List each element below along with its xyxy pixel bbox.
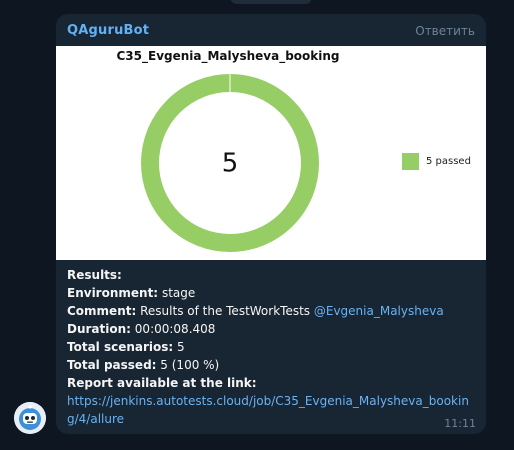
results-label: Results:: [67, 268, 122, 282]
donut-chart: 5: [141, 74, 319, 252]
message-time: 11:11: [444, 417, 476, 430]
report-line: Report available at the link:: [67, 374, 479, 392]
report-label: Report available at the link:: [67, 376, 257, 390]
duration-label: Duration:: [67, 322, 131, 336]
duration-line: Duration: 00:00:08.408: [67, 320, 479, 338]
total-passed-line: Total passed: 5 (100 %): [67, 356, 479, 374]
chart-image[interactable]: C35_Evgenia_Malysheva_booking 5 5 passed: [56, 46, 486, 260]
environment-value: stage: [161, 286, 196, 300]
total-passed-value: 5 (100 %): [160, 358, 220, 372]
robot-icon: [14, 402, 46, 434]
message-header: QAguruBot Ответить: [56, 14, 486, 46]
total-scenarios-label: Total scenarios:: [67, 340, 174, 354]
total-scenarios-line: Total scenarios: 5: [67, 338, 479, 356]
message-text: Results: Environment: stage Comment: Res…: [67, 266, 479, 428]
report-link[interactable]: https://jenkins.autotests.cloud/job/C35_…: [67, 392, 479, 428]
report-url-line-2[interactable]: g/4/allure: [67, 410, 479, 428]
comment-line: Comment: Results of the TestWorkTests @E…: [67, 302, 479, 320]
mention-link[interactable]: @Evgenia_Malysheva: [314, 304, 444, 318]
sender-name[interactable]: QAguruBot: [67, 23, 149, 38]
total-passed-label: Total passed:: [67, 358, 157, 372]
report-url-line-1[interactable]: https://jenkins.autotests.cloud/job/C35_…: [67, 392, 479, 410]
reply-button[interactable]: Ответить: [415, 24, 475, 38]
donut-center-label: 5: [222, 149, 239, 179]
date-pill: [230, 0, 312, 4]
legend-swatch-passed: [402, 153, 419, 170]
environment-line: Environment: stage: [67, 284, 479, 302]
results-line: Results:: [67, 266, 479, 284]
legend-label-passed: 5 passed: [426, 156, 471, 167]
total-scenarios-value: 5: [177, 340, 185, 354]
message-bubble: QAguruBot Ответить C35_Evgenia_Malysheva…: [56, 14, 486, 434]
comment-value: Results of the TestWorkTests: [140, 304, 311, 318]
bot-avatar[interactable]: [14, 402, 46, 434]
duration-value: 00:00:08.408: [134, 322, 216, 336]
environment-label: Environment:: [67, 286, 159, 300]
comment-label: Comment:: [67, 304, 137, 318]
